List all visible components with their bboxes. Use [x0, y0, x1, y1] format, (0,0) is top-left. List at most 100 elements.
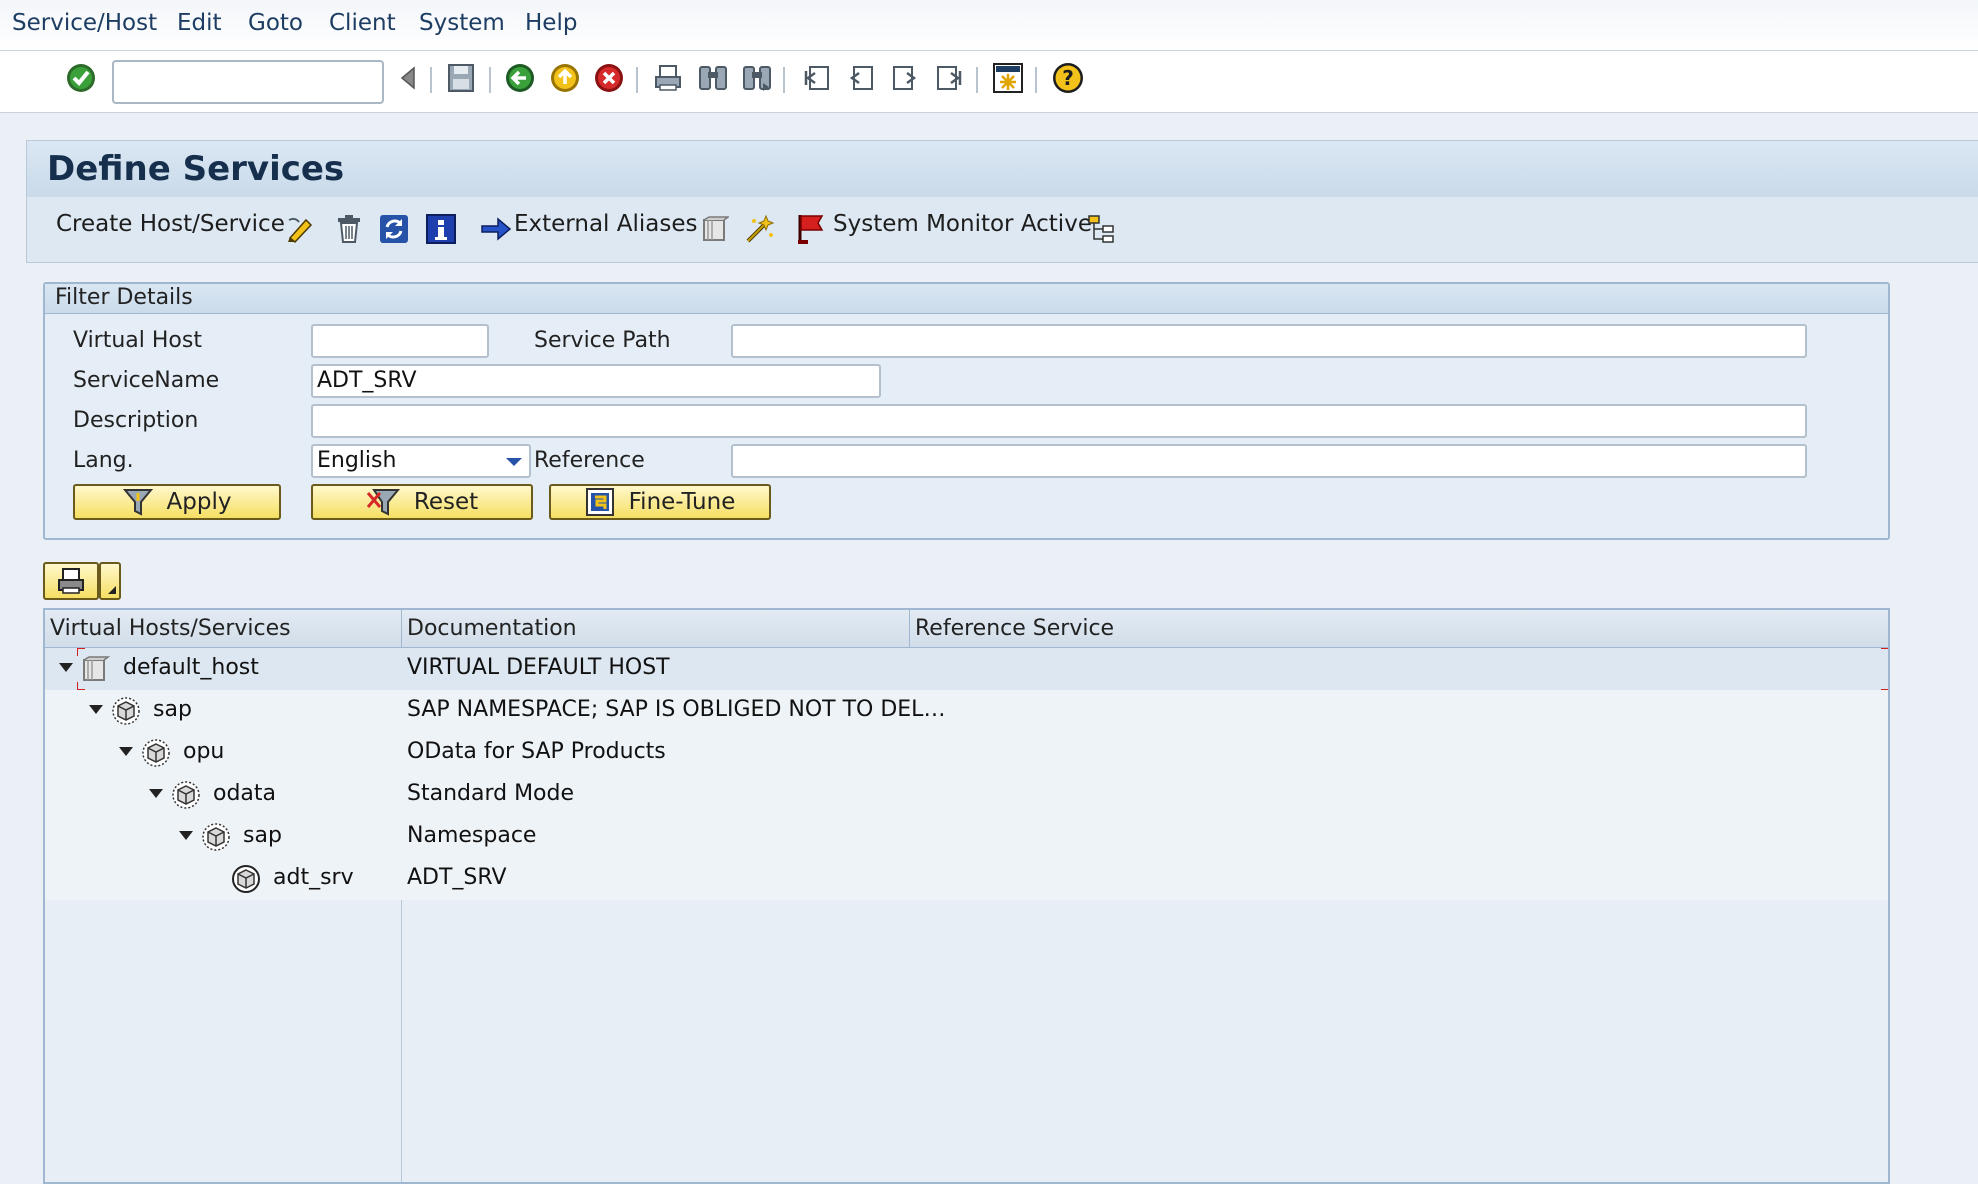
- node-label[interactable]: default_host: [123, 655, 259, 680]
- tree-print-button[interactable]: [43, 562, 99, 600]
- reference-input[interactable]: [731, 444, 1807, 478]
- service-cube-icon: [142, 739, 170, 767]
- language-select[interactable]: English: [311, 444, 531, 478]
- reference-label: Reference: [534, 448, 645, 473]
- tree-row[interactable]: adt_srv ADT_SRV: [45, 858, 1888, 900]
- reset-button[interactable]: Reset: [311, 484, 533, 520]
- tree-row[interactable]: sap Namespace: [45, 816, 1888, 858]
- menu-bar: Service/Host Edit Goto Client System Hel…: [0, 0, 1978, 51]
- change-icon[interactable]: [285, 213, 317, 245]
- exit-icon[interactable]: [547, 60, 583, 96]
- expand-toggle-icon[interactable]: [179, 831, 193, 840]
- filter-details-header: Filter Details: [45, 284, 1888, 314]
- service-cube-icon: [172, 781, 200, 809]
- tree-print-dropdown[interactable]: [99, 562, 121, 600]
- previous-page-icon[interactable]: [843, 60, 879, 96]
- expand-toggle-icon[interactable]: [89, 705, 103, 714]
- fine-tune-icon: [585, 488, 614, 516]
- node-label[interactable]: adt_srv: [273, 865, 354, 890]
- system-monitor-button[interactable]: System Monitor Active: [833, 211, 1092, 237]
- print-icon[interactable]: [650, 60, 686, 96]
- service-path-label: Service Path: [534, 328, 671, 353]
- standard-toolbar: ?: [0, 51, 1978, 113]
- expand-toggle-icon[interactable]: [149, 789, 163, 798]
- selection-markers: [77, 648, 1888, 690]
- help-icon[interactable]: ?: [1050, 60, 1086, 96]
- node-documentation: OData for SAP Products: [407, 739, 666, 764]
- command-field[interactable]: [112, 60, 384, 104]
- first-page-icon[interactable]: [799, 60, 835, 96]
- new-session-icon[interactable]: [990, 60, 1026, 96]
- title-bar: Define Services: [26, 140, 1978, 197]
- reset-button-label: Reset: [413, 489, 479, 515]
- node-label[interactable]: odata: [213, 781, 276, 806]
- apply-button-label: Apply: [166, 489, 232, 515]
- tree-header: Virtual Hosts/Services Documentation Ref…: [45, 610, 1888, 648]
- delete-icon[interactable]: [333, 213, 365, 245]
- expand-toggle-icon[interactable]: [119, 747, 133, 756]
- menu-help[interactable]: Help: [525, 10, 577, 36]
- activate-wand-icon[interactable]: [744, 213, 776, 245]
- create-host-service-button[interactable]: Create Host/Service: [56, 211, 285, 237]
- back-triangle-icon[interactable]: [390, 60, 426, 96]
- information-icon[interactable]: [425, 213, 457, 245]
- filter-details-panel: Filter Details Virtual Host Service Path…: [43, 282, 1890, 540]
- node-documentation: VIRTUAL DEFAULT HOST: [407, 655, 670, 680]
- virtual-host-label: Virtual Host: [73, 328, 202, 353]
- node-documentation: Namespace: [407, 823, 537, 848]
- menu-client[interactable]: Client: [329, 10, 396, 36]
- find-icon[interactable]: [695, 60, 731, 96]
- cancel-icon[interactable]: [591, 60, 627, 96]
- next-page-icon[interactable]: [887, 60, 923, 96]
- dropdown-arrow-icon: [108, 586, 116, 594]
- node-documentation: SAP NAMESPACE; SAP IS OBLIGED NOT TO DEL…: [407, 697, 946, 722]
- fine-tune-button[interactable]: Fine-Tune: [549, 484, 771, 520]
- reset-filter-icon: [366, 489, 400, 516]
- language-label: Lang.: [73, 448, 134, 473]
- column-header-virtual-hosts[interactable]: Virtual Hosts/Services: [50, 616, 291, 641]
- description-input[interactable]: [311, 404, 1807, 438]
- column-header-reference-service[interactable]: Reference Service: [915, 616, 1114, 641]
- print-icon: [58, 568, 84, 594]
- filter-funnel-icon: [122, 489, 153, 516]
- refresh-icon[interactable]: [378, 213, 410, 245]
- menu-goto[interactable]: Goto: [248, 10, 303, 36]
- hierarchy-icon[interactable]: [1086, 213, 1118, 245]
- service-name-input[interactable]: ADT_SRV: [311, 364, 881, 398]
- column-header-documentation[interactable]: Documentation: [407, 616, 577, 641]
- enter-check-icon[interactable]: [63, 60, 99, 96]
- services-tree: Virtual Hosts/Services Documentation Ref…: [43, 608, 1890, 1184]
- last-page-icon[interactable]: [931, 60, 967, 96]
- language-select-value: English: [317, 448, 397, 473]
- arrow-right-icon[interactable]: [480, 213, 512, 245]
- svg-text:?: ?: [1062, 66, 1074, 90]
- host-icon[interactable]: [699, 213, 731, 245]
- tree-row[interactable]: sap SAP NAMESPACE; SAP IS OBLIGED NOT TO…: [45, 690, 1888, 732]
- node-label[interactable]: sap: [243, 823, 282, 848]
- find-next-icon[interactable]: [739, 60, 775, 96]
- description-label: Description: [73, 408, 199, 433]
- chevron-down-icon: [506, 458, 522, 466]
- save-icon[interactable]: [443, 60, 479, 96]
- service-path-input[interactable]: [731, 324, 1807, 358]
- menu-service-host[interactable]: Service/Host: [12, 10, 157, 36]
- virtual-host-input[interactable]: [311, 324, 489, 358]
- node-documentation: ADT_SRV: [407, 865, 507, 890]
- back-icon[interactable]: [502, 60, 538, 96]
- node-label[interactable]: sap: [153, 697, 192, 722]
- apply-button[interactable]: Apply: [73, 484, 281, 520]
- menu-edit[interactable]: Edit: [177, 10, 222, 36]
- expand-toggle-icon[interactable]: [59, 663, 73, 672]
- tree-row[interactable]: default_host VIRTUAL DEFAULT HOST: [45, 648, 1888, 690]
- service-cube-icon: [112, 697, 140, 725]
- menu-system[interactable]: System: [419, 10, 505, 36]
- host-icon: [83, 656, 111, 681]
- service-name-label: ServiceName: [73, 368, 220, 393]
- tree-row[interactable]: opu OData for SAP Products: [45, 732, 1888, 774]
- node-label[interactable]: opu: [183, 739, 224, 764]
- active-service-icon: [232, 865, 260, 893]
- flag-icon[interactable]: [795, 213, 827, 245]
- filter-details-title: Filter Details: [55, 285, 193, 310]
- external-aliases-button[interactable]: External Aliases: [514, 211, 697, 237]
- tree-row[interactable]: odata Standard Mode: [45, 774, 1888, 816]
